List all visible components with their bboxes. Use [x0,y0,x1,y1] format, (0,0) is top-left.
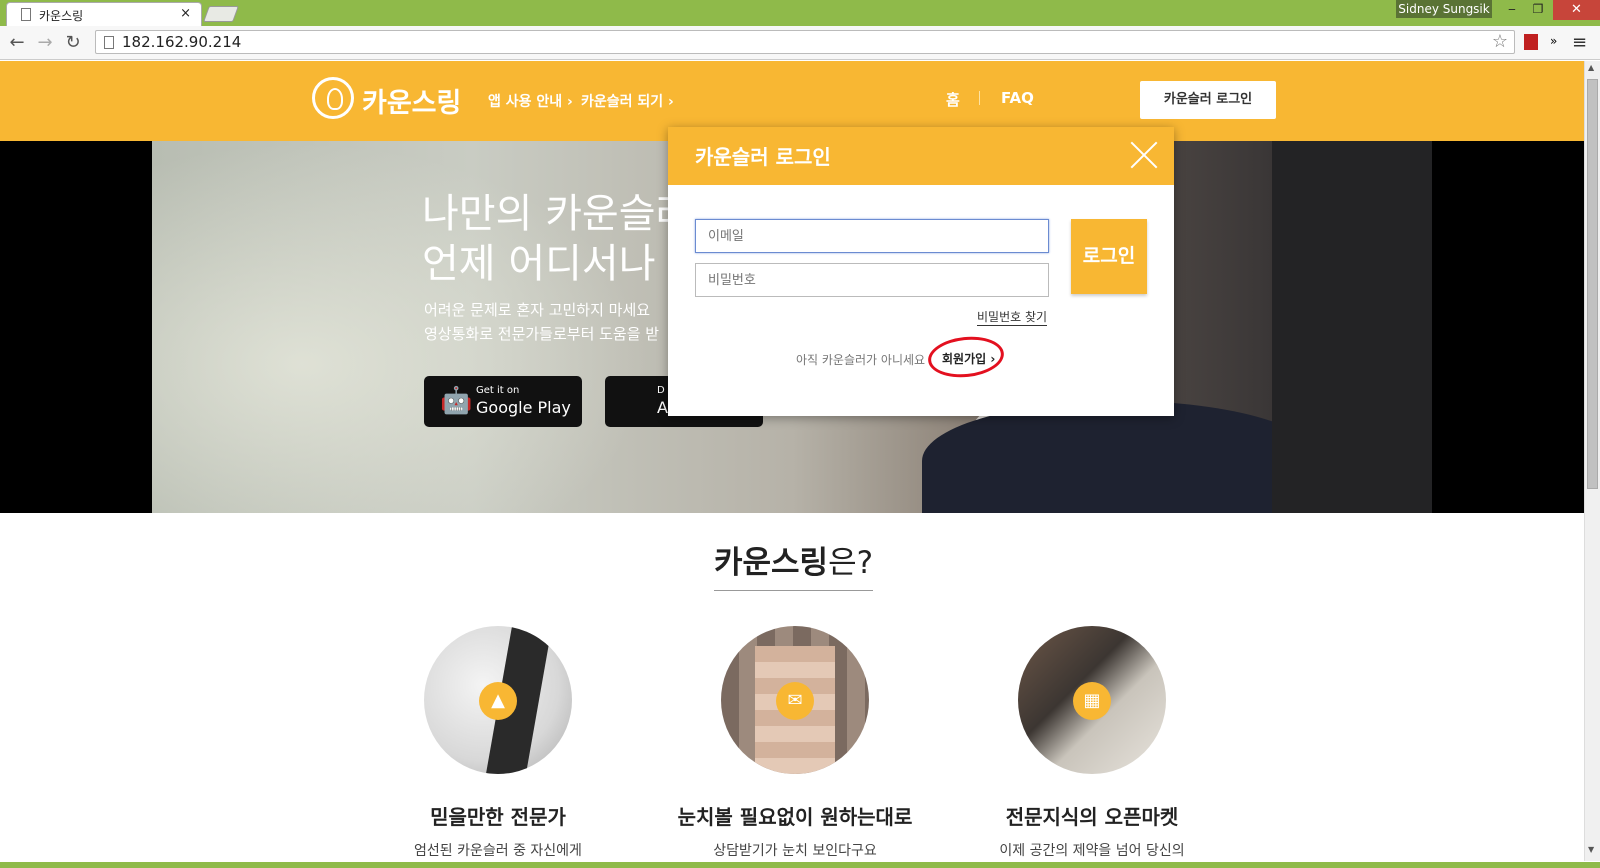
browser-menu-icon[interactable]: ≡ [1572,32,1587,53]
taskbar [0,862,1600,868]
hero-title-line1: 나만의 카운슬러 [422,191,693,237]
find-password-link[interactable]: 비밀번호 찾기 [977,308,1048,326]
hero-subtitle-line1: 어려운 문제로 혼자 고민하지 마세요 [424,301,651,319]
forward-icon[interactable]: → [34,32,56,53]
login-modal: 카운슬러 로그인 로그인 비밀번호 찾기 아직 카운슬러가 아니세요 회원가입 … [668,127,1174,416]
hero-title: 나만의 카운슬러 언제 어디서나 [422,189,692,289]
email-input[interactable] [695,219,1049,253]
page-scrollbar[interactable]: ▲ ▼ [1584,61,1600,861]
more-extensions-icon[interactable]: » [1550,34,1557,48]
graduation-cap-icon: ▲ [479,682,517,720]
feature-title-market: 전문지식의 오픈마켓 [1005,805,1179,829]
browser-toolbar: ← → ↻ 182.162.90.214 ☆ [0,26,1600,60]
new-tab-button[interactable] [203,6,239,22]
hero-subtitle: 어려운 문제로 혼자 고민하지 마세요 영상통화로 전문가들로부터 도움을 받 [424,298,659,346]
modal-header: 카운슬러 로그인 [668,127,1174,185]
nav-become-counselor[interactable]: 카운슬러 되기 › [581,91,674,111]
hero-subtitle-line2: 영상통화로 전문가들로부터 도움을 받 [424,325,660,343]
url-text[interactable]: 182.162.90.214 [122,33,241,51]
app-store-big-text: A [657,398,668,417]
feature-title-expert: 믿을만한 전문가 [430,805,566,829]
logo-icon [312,77,354,119]
store-icon: ▦ [1073,682,1111,720]
reload-icon[interactable]: ↻ [62,32,84,53]
login-button[interactable]: 로그인 [1071,219,1147,294]
page-icon [21,8,31,21]
nav-faq[interactable]: FAQ [1001,89,1034,107]
google-play-button[interactable]: 🤖 Get it on Google Play [424,376,582,427]
android-icon: 🤖 [440,386,473,416]
feature-desc-privacy: 상담받기가 눈치 보인다구요 [713,843,877,859]
intro-title: 카운스링은? [714,537,874,591]
scroll-down-icon[interactable]: ▼ [1588,845,1594,854]
page-icon [104,36,114,49]
hero-title-line2: 언제 어디서나 [422,241,656,287]
window-close-icon[interactable]: ✕ [1553,0,1600,20]
restore-icon[interactable]: ❐ [1526,0,1550,18]
nav-app-guide[interactable]: 앱 사용 안내 › [488,91,573,111]
intro-title-brand: 카운스링 [714,545,829,581]
bookmark-star-icon[interactable]: ☆ [1492,31,1508,52]
profile-button[interactable]: Sidney Sungsik [1396,0,1492,18]
address-bar[interactable]: 182.162.90.214 ☆ [95,30,1515,54]
browser-titlebar: 카운스링 × Sidney Sungsik ‒ ❐ ✕ [0,0,1600,26]
nav-home[interactable]: 홈 [946,89,960,110]
minimize-icon[interactable]: ‒ [1500,0,1524,18]
modal-title: 카운슬러 로그인 [695,145,831,169]
feature-desc-expert: 엄선된 카운슬러 중 자신에게 [414,843,582,859]
tab-close-icon[interactable]: × [180,6,191,21]
modal-close-icon[interactable] [1130,141,1158,169]
tab-title: 카운스링 [39,9,84,23]
nav-divider [979,91,980,105]
scroll-up-icon[interactable]: ▲ [1588,63,1594,72]
not-counselor-text: 아직 카운슬러가 아니세요 [796,353,926,367]
chat-icon: ✉ [776,682,814,720]
scrollbar-thumb[interactable] [1587,79,1598,489]
feature-title-privacy: 눈치볼 필요없이 원하는대로 [677,805,913,829]
browser-tab[interactable]: 카운스링 × [6,2,202,26]
annotation-circle [926,333,1006,381]
intro-title-rest: 은? [828,545,874,581]
counselor-login-button[interactable]: 카운슬러 로그인 [1140,81,1276,119]
extension-icon[interactable] [1524,34,1538,50]
feature-desc-market: 이제 공간의 제약을 넘어 당신의 [999,843,1185,859]
google-play-small-text: Get it on [476,385,520,396]
google-play-big-text: Google Play [476,398,571,417]
logo-text: 카운스링 [362,88,462,119]
password-input[interactable] [695,263,1049,297]
app-store-small-text: D [657,385,665,396]
back-icon[interactable]: ← [6,32,28,53]
